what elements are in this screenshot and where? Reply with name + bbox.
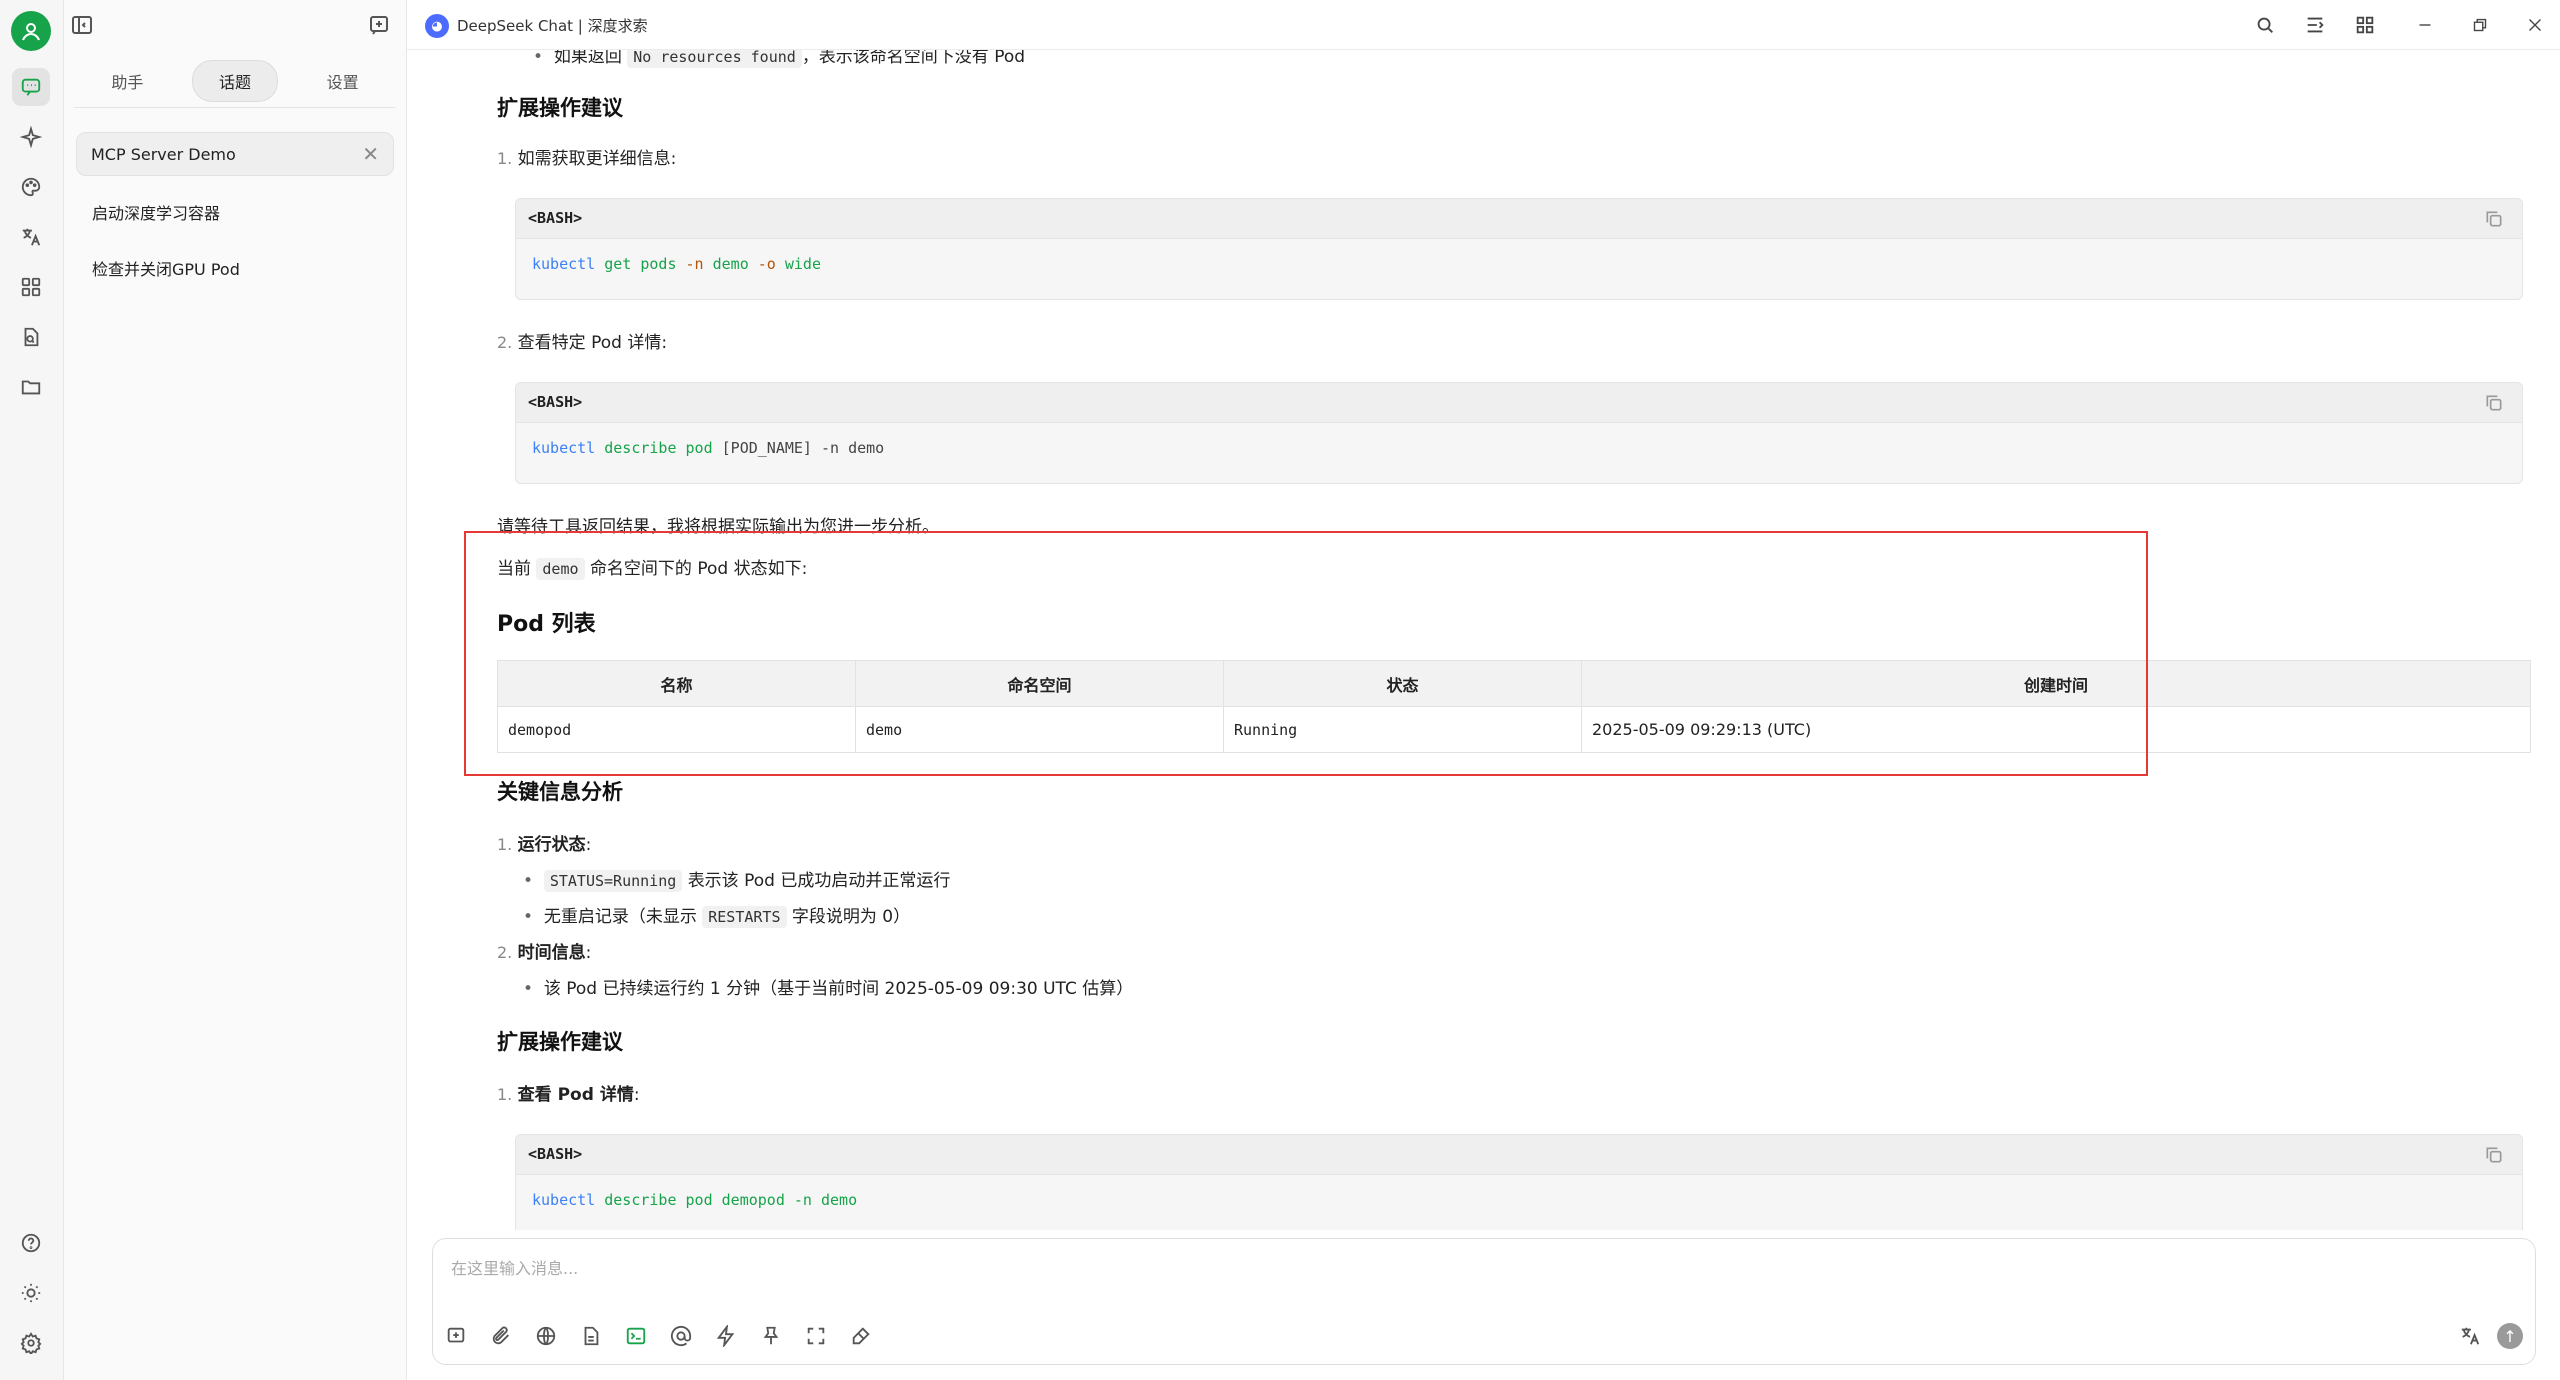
list-item: 1. 如需获取更详细信息:: [497, 149, 677, 169]
sidebar-tabs: 助手 话题 设置: [74, 59, 396, 108]
translate-icon[interactable]: [12, 218, 50, 256]
tab-topics[interactable]: 话题: [191, 59, 278, 102]
pin-icon[interactable]: [758, 1323, 784, 1349]
topic-sidebar: 助手 话题 设置 MCP Server Demo ✕ 启动深度学习容器 检查并关…: [64, 0, 407, 1380]
code-block: <BASH> kubectl describe pod demopod -n d…: [515, 1134, 2523, 1230]
restore-icon[interactable]: [2467, 12, 2493, 38]
code-block-header: <BASH>: [516, 383, 2522, 423]
icon-rail: [0, 0, 64, 1380]
section-title: 扩展操作建议: [497, 1030, 623, 1054]
message-composer[interactable]: 在这里输入消息... ↑: [432, 1238, 2536, 1365]
search-icon[interactable]: [2252, 12, 2278, 38]
list-item: 1. 运行状态:: [497, 835, 592, 855]
list-item: • STATUS=Running 表示该 Pod 已成功启动并正常运行: [523, 870, 951, 892]
partial-bullet: • 如果返回 No resources found ，表示该命名空间下没有 Pod: [533, 50, 1025, 68]
theme-icon[interactable]: [12, 1274, 50, 1312]
palette-icon[interactable]: [12, 168, 50, 206]
fullscreen-icon[interactable]: [803, 1323, 829, 1349]
doc-icon[interactable]: [578, 1323, 604, 1349]
close-icon[interactable]: [2522, 12, 2548, 38]
sparkle-icon[interactable]: [12, 118, 50, 156]
tab-assistant[interactable]: 助手: [85, 61, 169, 101]
user-avatar[interactable]: [11, 11, 51, 51]
clear-search-icon[interactable]: ✕: [362, 142, 379, 166]
window-title: DeepSeek Chat | 深度求索: [457, 17, 648, 35]
topic-item[interactable]: 启动深度学习容器: [92, 200, 220, 224]
sidebar-toolbar: [64, 0, 406, 52]
settings-icon[interactable]: [12, 1324, 50, 1362]
highlight-box: [464, 531, 2148, 776]
topic-search-input[interactable]: MCP Server Demo ✕: [76, 132, 394, 176]
send-icon[interactable]: ↑: [2497, 1323, 2523, 1349]
mention-icon[interactable]: [668, 1323, 694, 1349]
code-lang: <BASH>: [528, 393, 583, 411]
topic-item[interactable]: 检查并关闭GPU Pod: [92, 256, 240, 280]
copy-icon[interactable]: [2484, 209, 2504, 229]
list-item: • 该 Pod 已持续运行约 1 分钟（基于当前时间 2025-05-09 09…: [523, 979, 1134, 999]
code-block-header: <BASH>: [516, 199, 2522, 239]
section-title: 扩展操作建议: [497, 96, 623, 120]
eraser-icon[interactable]: [848, 1323, 874, 1349]
code-content: kubectl describe pod [POD_NAME] -n demo: [532, 439, 885, 457]
grid-icon[interactable]: [2352, 12, 2378, 38]
minimize-icon[interactable]: [2412, 12, 2438, 38]
tab-settings[interactable]: 设置: [301, 61, 385, 101]
file-search-icon[interactable]: [12, 318, 50, 356]
folder-icon[interactable]: [12, 368, 50, 406]
deepseek-logo-icon: ◕: [425, 14, 449, 38]
code-block: <BASH> kubectl describe pod [POD_NAME] -…: [515, 382, 2523, 484]
code-block-header: <BASH>: [516, 1135, 2522, 1175]
layout-icon[interactable]: [2302, 12, 2328, 38]
list-item: 1. 查看 Pod 详情:: [497, 1085, 640, 1105]
list-item: 2. 查看特定 Pod 详情:: [497, 333, 668, 353]
code-lang: <BASH>: [528, 1145, 583, 1163]
help-icon[interactable]: [12, 1224, 50, 1262]
new-topic-icon[interactable]: [367, 13, 393, 39]
search-value: MCP Server Demo: [91, 144, 236, 164]
terminal-icon[interactable]: [623, 1323, 649, 1349]
list-item: 2. 时间信息:: [497, 943, 592, 963]
collapse-sidebar-icon[interactable]: [70, 13, 96, 39]
analysis-title: 关键信息分析: [497, 780, 623, 804]
list-item: • 无重启记录（未显示 RESTARTS 字段说明为 0）: [523, 906, 911, 928]
attach-icon[interactable]: [488, 1323, 514, 1349]
bolt-icon[interactable]: [713, 1323, 739, 1349]
copy-icon[interactable]: [2484, 1145, 2504, 1165]
apps-icon[interactable]: [12, 268, 50, 306]
new-topic-icon[interactable]: [443, 1323, 469, 1349]
copy-icon[interactable]: [2484, 393, 2504, 413]
web-icon[interactable]: [533, 1323, 559, 1349]
code-content: kubectl get pods -n demo -o wide: [532, 255, 821, 273]
message-input[interactable]: 在这里输入消息...: [451, 1255, 578, 1279]
title-bar: ◕ DeepSeek Chat | 深度求索: [407, 0, 2560, 50]
code-content: kubectl describe pod demopod -n demo: [532, 1191, 858, 1209]
translate-icon[interactable]: [2457, 1323, 2483, 1349]
code-block: <BASH> kubectl get pods -n demo -o wide: [515, 198, 2523, 300]
code-lang: <BASH>: [528, 209, 583, 227]
chat-icon[interactable]: [12, 68, 50, 106]
